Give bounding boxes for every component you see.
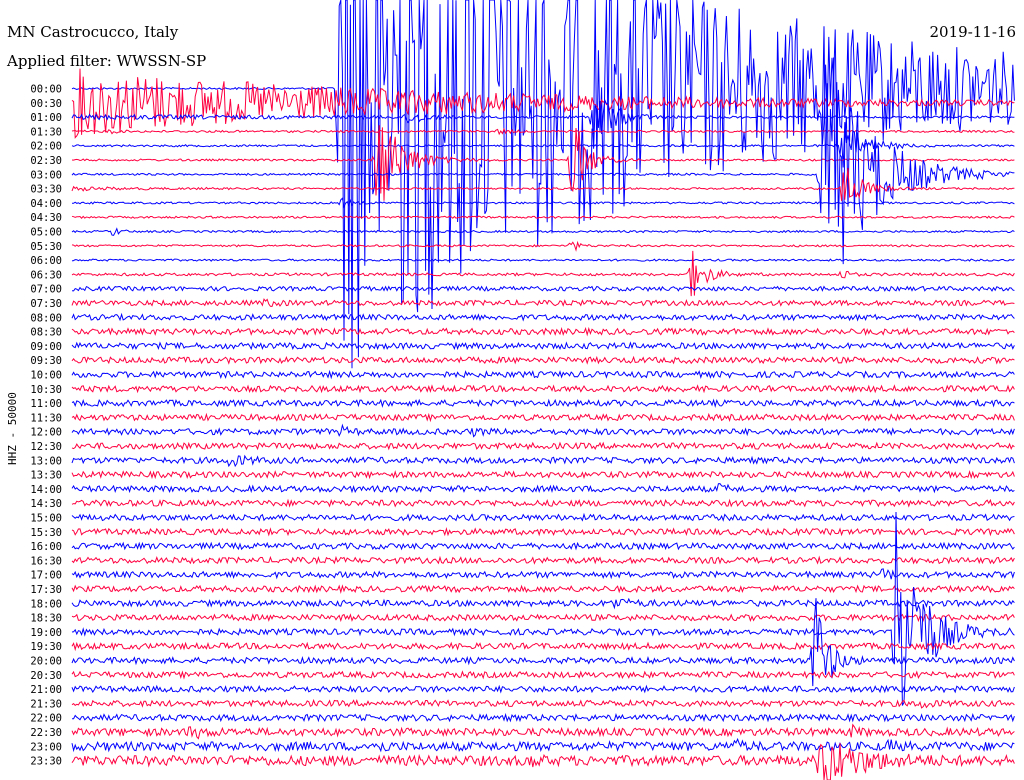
row-time-label: 14:00	[30, 484, 62, 496]
row-time-label: 02:00	[30, 141, 62, 153]
row-time-label: 23:00	[30, 741, 62, 753]
row-time-label: 08:30	[30, 327, 62, 339]
row-time-label: 11:00	[30, 398, 62, 410]
row-time-label: 19:30	[30, 641, 62, 653]
row-time-label: 20:30	[30, 670, 62, 682]
row-time-label: 03:30	[30, 184, 62, 196]
station-title: MN Castrocucco, Italy	[7, 23, 179, 41]
row-time-label: 09:30	[30, 355, 62, 367]
row-time-label: 13:30	[30, 470, 62, 482]
row-time-label: 08:00	[30, 312, 62, 324]
row-time-label: 19:00	[30, 627, 62, 639]
row-time-label: 16:30	[30, 555, 62, 567]
row-time-label: 23:30	[30, 756, 62, 768]
row-time-label: 16:00	[30, 541, 62, 553]
row-time-label: 07:00	[30, 284, 62, 296]
row-time-label: 10:00	[30, 370, 62, 382]
row-time-label: 18:30	[30, 613, 62, 625]
filter-label: Applied filter: WWSSN-SP	[6, 52, 206, 70]
row-time-label: 06:00	[30, 255, 62, 267]
row-time-label: 04:00	[30, 198, 62, 210]
row-time-label: 03:00	[30, 169, 62, 181]
row-time-label: 00:30	[30, 98, 62, 110]
row-time-label: 06:30	[30, 269, 62, 281]
row-time-label: 18:00	[30, 598, 62, 610]
row-time-label: 01:30	[30, 126, 62, 138]
row-time-label: 02:30	[30, 155, 62, 167]
row-time-label: 13:00	[30, 455, 62, 467]
row-time-label: 07:30	[30, 298, 62, 310]
row-time-label: 12:30	[30, 441, 62, 453]
row-time-label: 15:00	[30, 513, 62, 525]
row-time-label: 14:30	[30, 498, 62, 510]
row-time-label: 05:30	[30, 241, 62, 253]
row-time-label: 21:00	[30, 684, 62, 696]
channel-axis-label: HHZ - 50000	[6, 392, 19, 465]
row-time-label: 01:00	[30, 112, 62, 124]
row-time-label: 00:00	[30, 84, 62, 96]
row-time-label: 17:30	[30, 584, 62, 596]
row-time-label: 11:30	[30, 412, 62, 424]
row-time-label: 12:00	[30, 427, 62, 439]
row-time-label: 10:30	[30, 384, 62, 396]
row-time-label: 15:30	[30, 527, 62, 539]
row-time-label: 20:00	[30, 656, 62, 668]
date-label: 2019-11-16	[930, 23, 1016, 41]
row-time-label: 04:30	[30, 212, 62, 224]
row-time-label: 21:30	[30, 698, 62, 710]
row-time-label: 09:00	[30, 341, 62, 353]
row-time-label: 22:30	[30, 727, 62, 739]
row-time-label: 22:00	[30, 713, 62, 725]
helicorder-plot: 00:00 00:30 01:00 01:30 02:00 02:30 03:00 03:30…	[0, 0, 1024, 780]
row-time-label: 05:00	[30, 227, 62, 239]
row-time-label: 17:00	[30, 570, 62, 582]
